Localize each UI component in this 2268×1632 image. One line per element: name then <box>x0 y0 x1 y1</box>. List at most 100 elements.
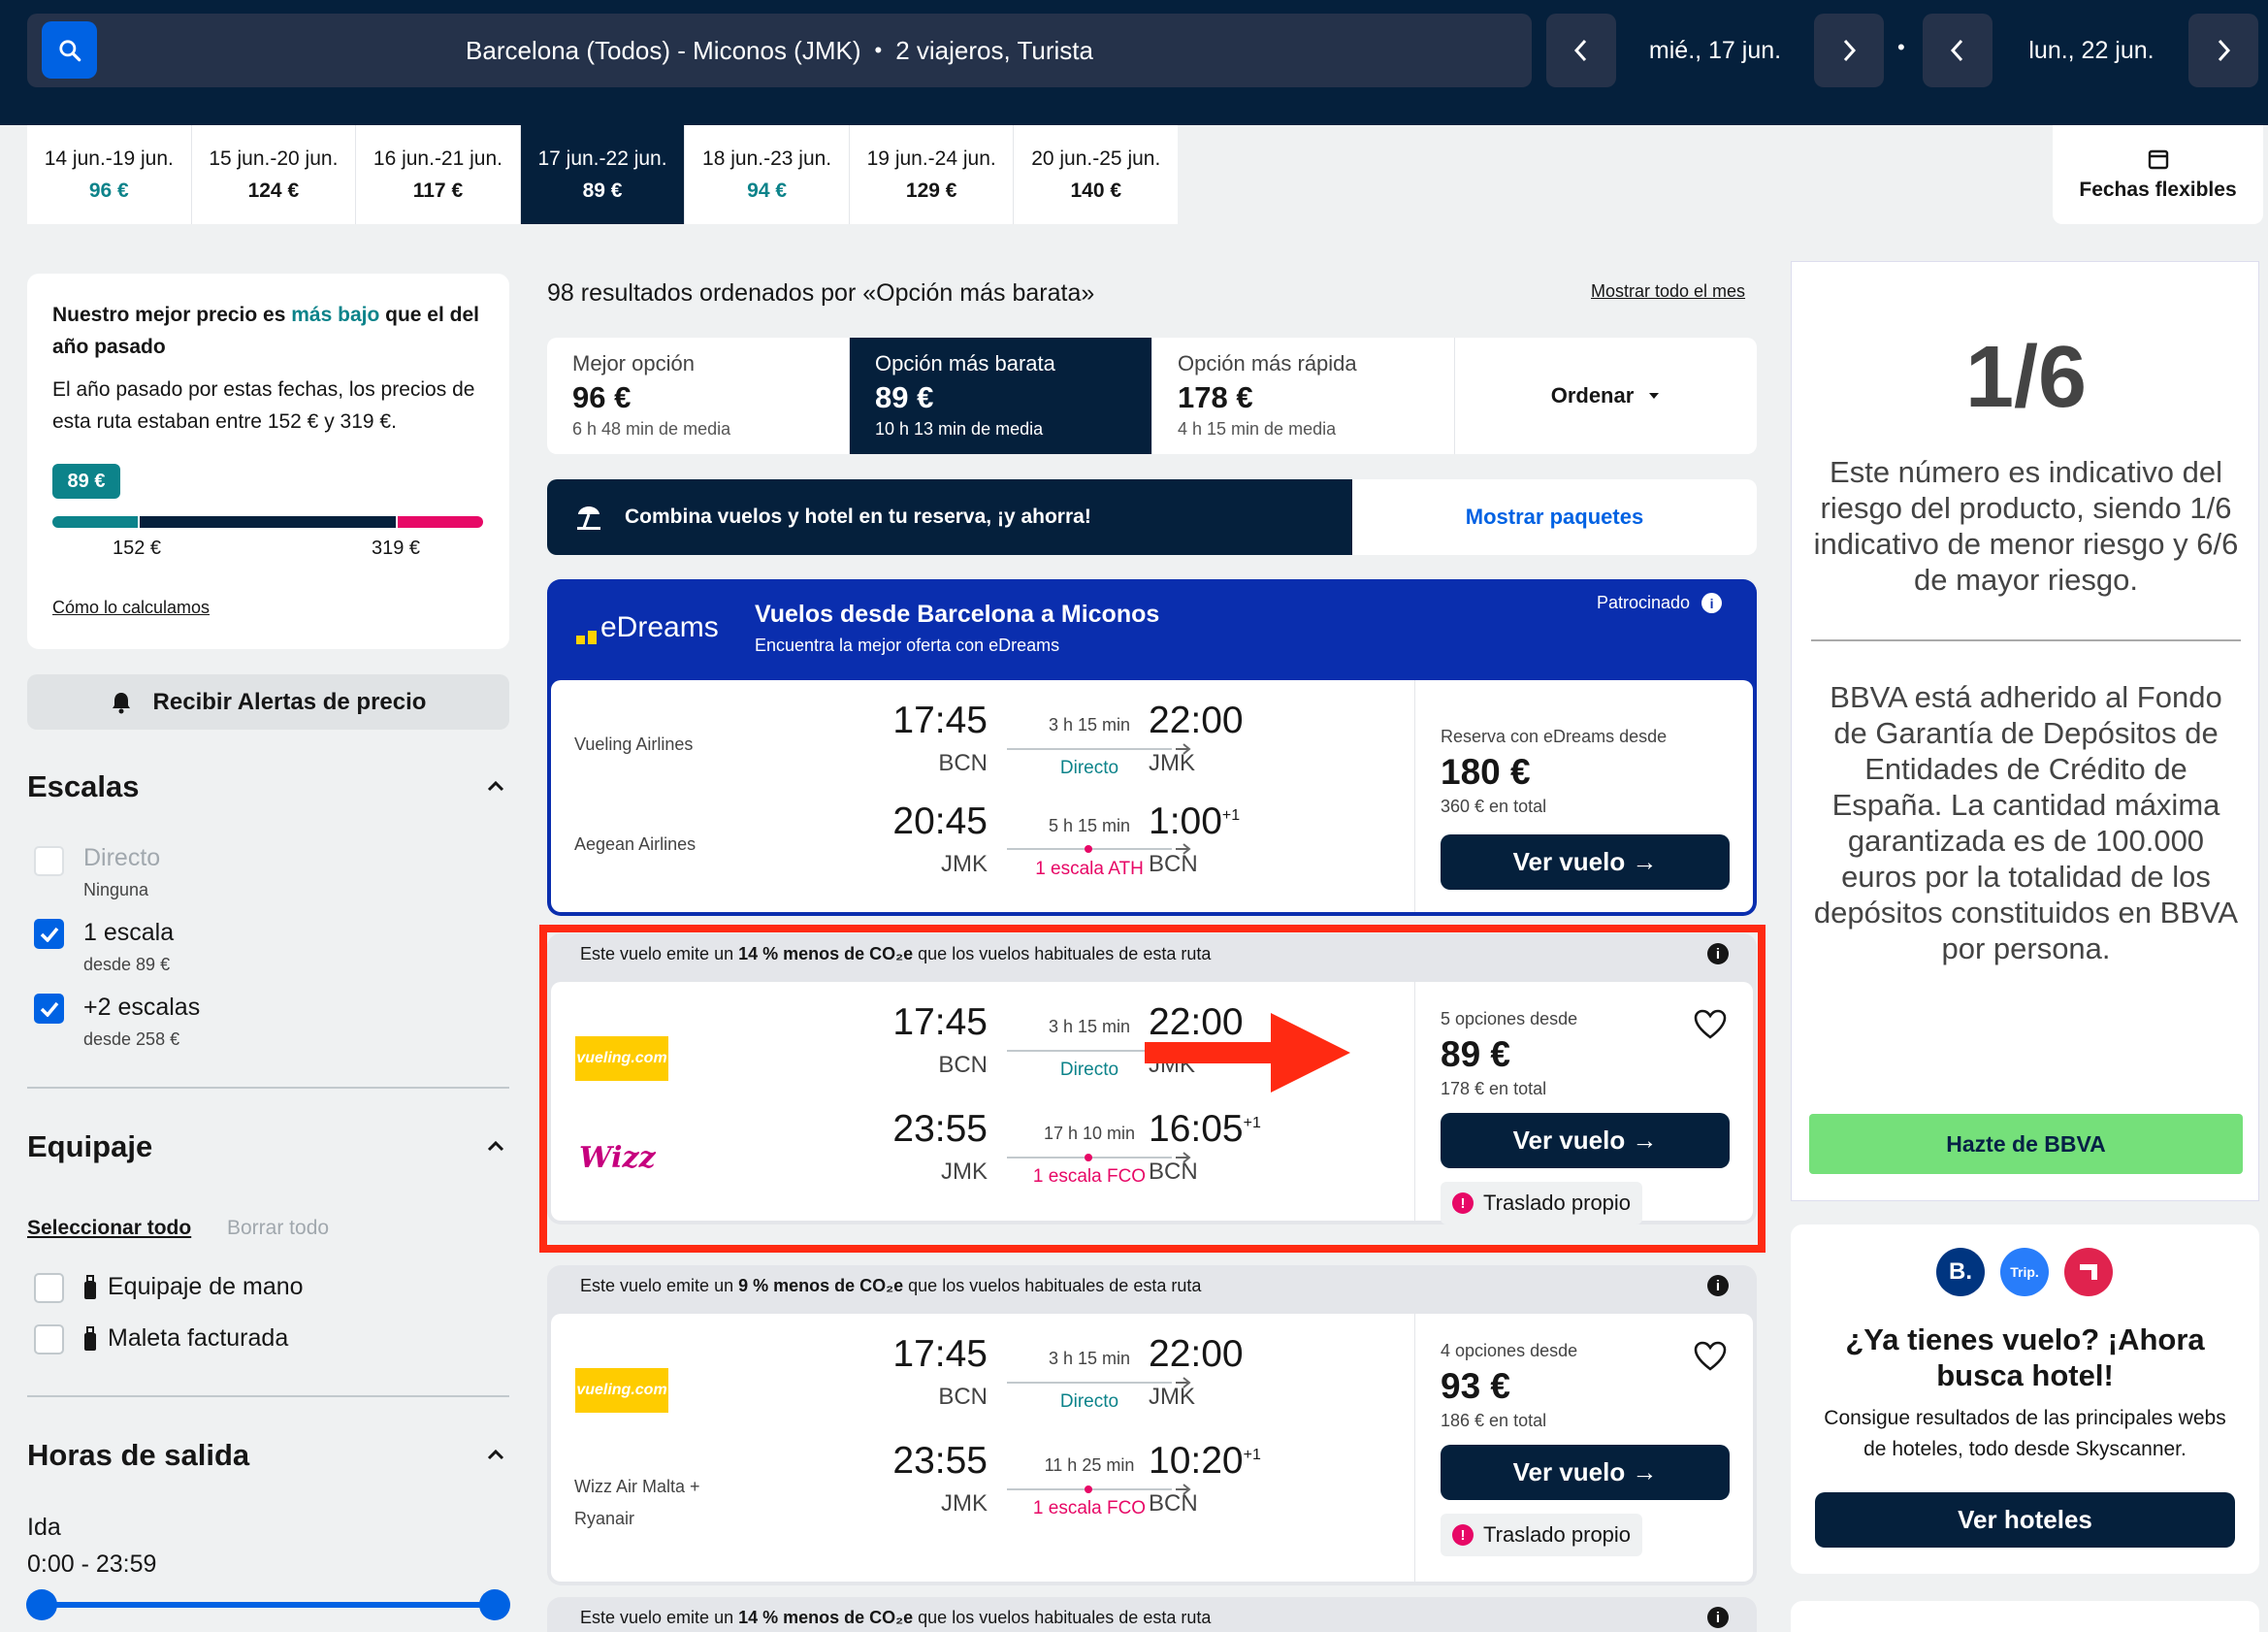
two-plus-stops-sub: desde 258 € <box>83 1029 180 1049</box>
result-card: Este vuelo emite un 9 % menos de CO₂e qu… <box>547 1265 1757 1585</box>
sort-fastest-tab[interactable]: Opción más rápida 178 € 4 h 15 min de me… <box>1152 338 1455 454</box>
hotel-promo: B. Trip. ¿Ya tienes vuelo? ¡Ahora busca … <box>1791 1224 2259 1574</box>
one-stop-label: 1 escala <box>83 919 175 946</box>
chevron-up-icon[interactable] <box>485 1138 506 1154</box>
select-all-link[interactable]: Seleccionar todo <box>27 1217 191 1240</box>
warning-icon: ! <box>1452 1524 1474 1546</box>
baggage-filter-title: Equipaje <box>27 1129 153 1163</box>
price-insight-title: Nuestro mejor precio es más bajo que el … <box>52 304 479 358</box>
date-option[interactable]: 20 jun.-25 jun. 140 € <box>1014 125 1178 224</box>
time-slider-start-handle[interactable] <box>26 1589 57 1620</box>
direct-checkbox[interactable] <box>34 846 64 876</box>
chevron-up-icon[interactable] <box>485 1447 506 1462</box>
fund-text: BBVA está adherido al Fondo de Garantía … <box>1813 680 2239 965</box>
duration: 5 h 15 min <box>1048 816 1131 835</box>
time-slider-end-handle[interactable] <box>479 1589 510 1620</box>
sponsored-title: Vuelos desde Barcelona a Miconos <box>755 601 1160 628</box>
current-price-badge: 89 € <box>52 464 120 499</box>
show-packages-link[interactable]: Mostrar paquetes <box>1352 479 1757 555</box>
options-label: 4 opciones desde <box>1441 1341 1578 1360</box>
result-card: Este vuelo emite un 14 % menos de CO₂e q… <box>547 1597 1757 1632</box>
clear-all-link[interactable]: Borrar todo <box>227 1217 329 1240</box>
heart-icon[interactable] <box>1694 1341 1727 1372</box>
view-flight-button[interactable]: Ver vuelo → <box>1441 1445 1730 1500</box>
next-outbound-date-button[interactable] <box>1814 14 1884 87</box>
date-option[interactable]: 16 jun.-21 jun. 117 € <box>356 125 521 224</box>
bbva-cta-button[interactable]: Hazte de BBVA <box>1809 1114 2243 1174</box>
prev-outbound-date-button[interactable] <box>1546 14 1616 87</box>
hotel-promo-title: ¿Ya tienes vuelo? ¡Ahora busca hotel! <box>1845 1322 2205 1392</box>
one-stop-checkbox[interactable] <box>34 919 64 949</box>
check-icon <box>40 927 58 942</box>
hotel-promo-body: Consigue resultados de las principales w… <box>1824 1407 2226 1460</box>
eco-note: Este vuelo emite un 9 % menos de CO₂e qu… <box>580 1276 1202 1295</box>
airline-name: Aegean Airlines <box>574 834 697 854</box>
sponsored-card[interactable]: Vueling Airlines 17:45 BCN 3 h 15 min Di… <box>551 680 1753 912</box>
departure-airport: JMK <box>941 851 988 877</box>
sponsored-tag[interactable]: Patrocinado i <box>1597 593 1723 613</box>
stops-info: Directo <box>1059 1391 1119 1412</box>
search-icon <box>58 39 81 61</box>
beach-icon <box>577 506 600 530</box>
search-summary[interactable]: Barcelona (Todos) - Miconos (JMK) • 2 vi… <box>27 14 1532 87</box>
edreams-logo: eDreams <box>576 611 719 644</box>
sort-tabs: Mejor opción 96 € 6 h 48 min de media Op… <box>547 338 1757 454</box>
flight-card[interactable]: vueling.com 17:45 BCN 3 h 15 min Directo… <box>551 1314 1753 1582</box>
date-option[interactable]: 18 jun.-23 jun. 94 € <box>685 125 850 224</box>
return-date[interactable]: lun., 22 jun. <box>2002 14 2181 87</box>
chevron-right-icon <box>1843 39 1857 62</box>
trip-logo: Trip. <box>2000 1248 2049 1296</box>
two-plus-stops-checkbox[interactable] <box>34 994 64 1024</box>
time-slider-track <box>44 1602 494 1608</box>
departure-airport: JMK <box>941 1490 988 1517</box>
chevron-left-icon <box>1950 39 1963 62</box>
results-summary: 98 resultados ordenados por «Opción más … <box>547 279 1095 307</box>
how-we-calculate-link[interactable]: Cómo lo calculamos <box>52 598 210 618</box>
departure-time: 20:45 <box>892 800 988 842</box>
chevron-up-icon[interactable] <box>485 778 506 794</box>
date-option[interactable]: 15 jun.-20 jun. 124 € <box>192 125 357 224</box>
info-icon[interactable]: i <box>1707 1607 1729 1628</box>
departure-airport: BCN <box>938 750 988 776</box>
departure-time: 23:55 <box>892 1440 988 1482</box>
outbound-date[interactable]: mié., 17 jun. <box>1626 14 1804 87</box>
banner-text: Combina vuelos y hotel en tu reserva, ¡y… <box>625 506 1091 528</box>
price: 93 € <box>1441 1366 1511 1406</box>
duration: 3 h 15 min <box>1048 1349 1131 1368</box>
search-button[interactable] <box>42 21 97 79</box>
prev-return-date-button[interactable] <box>1923 14 1993 87</box>
stop-dot <box>1085 845 1092 853</box>
date-option[interactable]: 14 jun.-19 jun. 96 € <box>27 125 192 224</box>
flexible-dates-button[interactable]: Fechas flexibles <box>2053 125 2263 224</box>
provider-mark-icon <box>2080 1264 2097 1280</box>
sort-dropdown[interactable]: Ordenar <box>1455 338 1757 454</box>
next-promo-card <box>1791 1601 2259 1632</box>
sort-cheapest-tab[interactable]: Opción más barata 89 € 10 h 13 min de me… <box>850 338 1152 454</box>
travellers-text: 2 viajeros, Turista <box>895 35 1093 65</box>
price-range-low <box>52 516 138 528</box>
checked-bag-checkbox[interactable] <box>34 1324 64 1355</box>
price-range-low-label: 152 € <box>113 538 162 559</box>
date-option[interactable]: 19 jun.-24 jun. 129 € <box>850 125 1015 224</box>
risk-text: Este número es indicativo del riesgo del… <box>1813 455 2239 597</box>
info-icon[interactable]: i <box>1707 1275 1729 1296</box>
arrival-airport: JMK <box>1149 1384 1195 1410</box>
bell-icon <box>112 692 130 713</box>
sort-best-tab[interactable]: Mejor opción 96 € 6 h 48 min de media <box>547 338 850 454</box>
price-insight-card: Nuestro mejor precio es más bajo que el … <box>27 274 509 649</box>
cabin-bag-label: Equipaje de mano <box>108 1273 304 1300</box>
divider <box>1811 639 2241 641</box>
view-flight-button[interactable]: Ver vuelo → <box>1441 834 1730 890</box>
view-hotels-button[interactable]: Ver hoteles <box>1815 1492 2235 1548</box>
departure-times-title: Horas de salida <box>27 1438 250 1472</box>
show-month-link[interactable]: Mostrar todo el mes <box>1591 281 1745 302</box>
departure-time: 17:45 <box>892 700 988 741</box>
booking-logo: B. <box>1936 1248 1985 1296</box>
sponsored-subtitle: Encuentra la mejor oferta con eDreams <box>755 636 1060 655</box>
stops-info: Directo <box>1059 758 1119 778</box>
date-option-selected[interactable]: 17 jun.-22 jun. 89 € <box>520 125 686 224</box>
cabin-bag-checkbox[interactable] <box>34 1273 64 1303</box>
next-return-date-button[interactable] <box>2188 14 2258 87</box>
checked-bag-icon <box>84 1326 96 1351</box>
price-alert-button[interactable]: Recibir Alertas de precio <box>27 674 509 730</box>
